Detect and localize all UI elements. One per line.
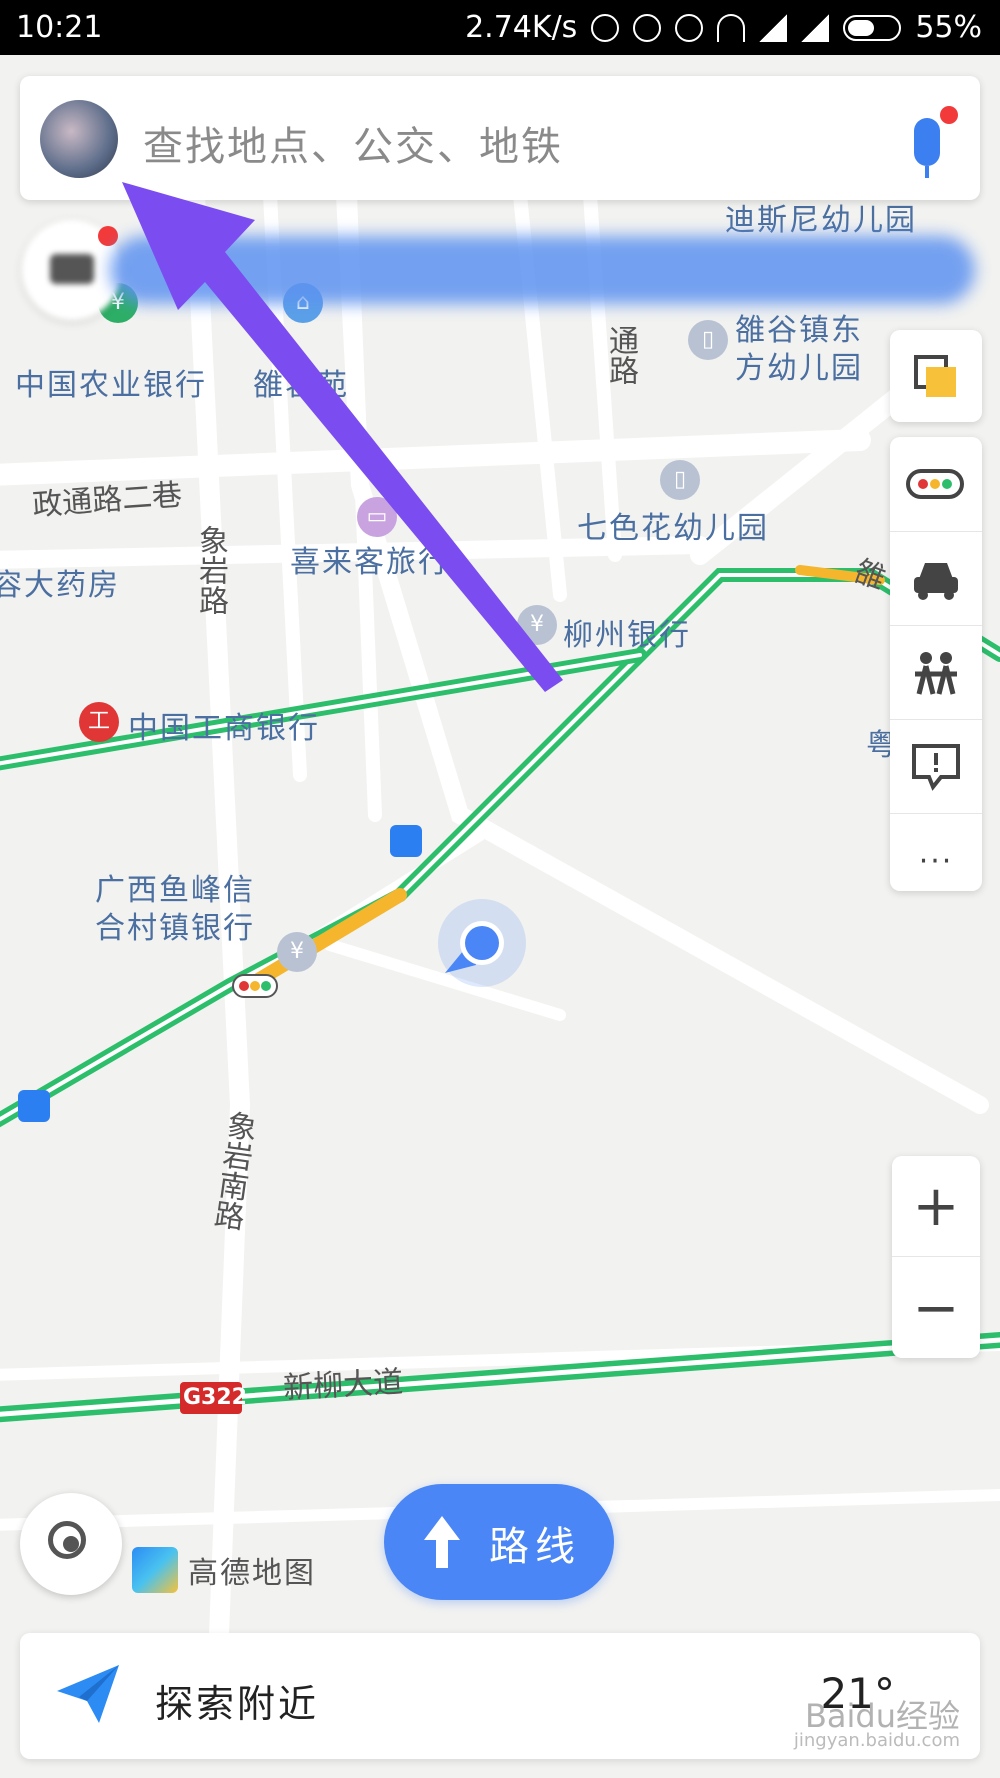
poi-luorong-yuan[interactable]: 雒容苑 <box>253 360 349 404</box>
notification-dot <box>940 106 958 124</box>
poi-qisehua-kindergarten[interactable]: 七色花幼儿园 <box>577 503 769 547</box>
tool-panel: ··· <box>890 437 982 891</box>
mic-icon[interactable] <box>914 118 940 178</box>
school-icon: ▯ <box>688 320 728 360</box>
zoom-in-button[interactable]: + <box>892 1156 980 1257</box>
battery-icon <box>843 14 902 41</box>
promo-banner[interactable] <box>110 236 975 304</box>
watermark-url: jingyan.baidu.com <box>793 1730 960 1751</box>
poi-xilaike-hotel[interactable]: 喜来客旅行 <box>290 537 450 581</box>
status-bar: 10:21 2.74K/s 55% <box>0 0 1000 55</box>
school-icon: ▯ <box>660 460 700 500</box>
signal-icon <box>759 13 788 42</box>
avatar[interactable] <box>40 100 118 178</box>
amap-logo: 高德地图 <box>132 1545 316 1595</box>
message-icon <box>50 254 94 284</box>
watermark-text: Baidu经验 <box>804 1697 960 1735</box>
bank-icon: ¥ <box>277 932 317 972</box>
wifi-icon <box>717 13 746 42</box>
watermark: Baidu经验 jingyan.baidu.com <box>794 1700 960 1750</box>
amap-logo-text: 高德地图 <box>188 1556 316 1591</box>
layers-icon[interactable] <box>890 330 982 424</box>
road-label: 通路 <box>603 325 638 385</box>
poi-agri-bank[interactable]: 中国农业银行 <box>15 360 207 404</box>
explore-nearby-label: 探索附近 <box>155 1682 320 1726</box>
alarm-icon <box>675 13 704 42</box>
notification-dot <box>98 226 118 246</box>
battery-percent: 55% <box>915 10 982 45</box>
icbc-icon: 工 <box>79 702 119 742</box>
poi-disney-kindergarten[interactable]: 迪斯尼幼儿园 <box>725 195 917 239</box>
bank-icon: ¥ <box>517 605 557 645</box>
layers-panel[interactable] <box>890 330 982 422</box>
network-speed: 2.74K/s <box>465 10 578 45</box>
paper-plane-icon <box>57 1665 119 1723</box>
more-icon[interactable]: ··· <box>890 813 982 908</box>
status-time: 10:21 <box>16 10 103 45</box>
route-button[interactable]: 路线 <box>384 1484 614 1600</box>
hotel-icon: ▭ <box>357 497 397 537</box>
poi-liuzhou-bank[interactable]: 柳州银行 <box>563 610 691 654</box>
locate-button[interactable] <box>20 1493 122 1595</box>
people-icon[interactable] <box>890 625 982 720</box>
amap-logo-icon <box>132 1547 178 1593</box>
hotspot-icon <box>591 13 620 42</box>
highway-badge: G322 <box>183 1385 247 1410</box>
route-button-label: 路线 <box>489 1524 581 1570</box>
poi-east-kindergarten-line2[interactable]: 方幼儿园 <box>735 343 863 387</box>
signal-icon <box>801 13 830 42</box>
route-arrow-icon <box>424 1516 460 1540</box>
report-icon[interactable] <box>890 719 982 814</box>
poi-icbc[interactable]: 中国工商银行 <box>128 703 320 747</box>
mute-icon <box>633 13 662 42</box>
status-icons: 2.74K/s 55% <box>465 10 982 45</box>
search-input[interactable]: 查找地点、公交、地铁 <box>143 114 563 172</box>
search-bar[interactable]: 查找地点、公交、地铁 <box>20 76 980 200</box>
road-label: 象岩路 <box>193 525 228 615</box>
poi-yufeng-bank-line2[interactable]: 合村镇银行 <box>95 903 255 947</box>
traffic-light-icon[interactable] <box>890 437 982 531</box>
zoom-panel: + − <box>892 1156 980 1358</box>
zoom-out-button[interactable]: − <box>892 1258 980 1358</box>
poi-pharmacy[interactable]: 容大药房 <box>0 560 120 604</box>
taxi-icon[interactable] <box>890 531 982 626</box>
road-label: 新柳大道 <box>282 1364 405 1407</box>
